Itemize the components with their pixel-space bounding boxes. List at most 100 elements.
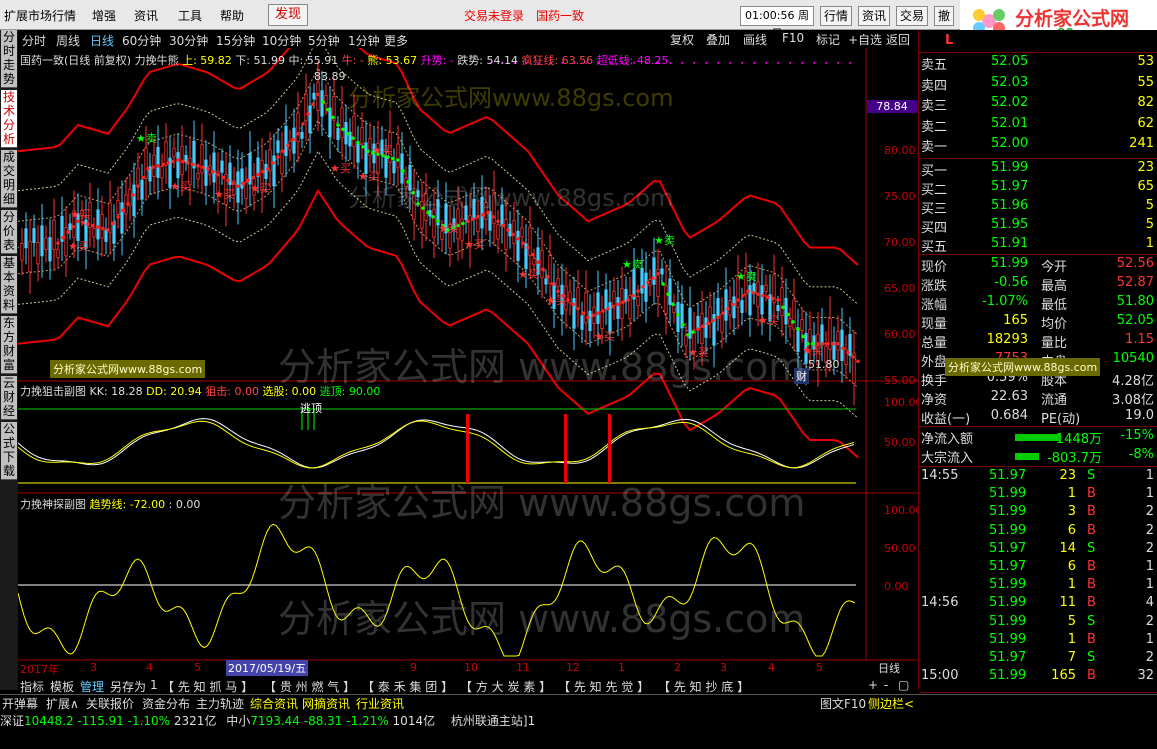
bid-row: 买四 51.95 5 (919, 217, 1157, 236)
candle-body (660, 268, 664, 275)
candle-body (244, 181, 248, 200)
trend-dot (111, 221, 115, 226)
trend-dot (126, 201, 130, 206)
period-15m[interactable]: 15分钟 (216, 32, 255, 49)
tab-save-as[interactable]: 另存为 (110, 678, 146, 695)
fall-value: 跌势: 54.14 (457, 54, 518, 67)
menu-item-market[interactable]: 扩展市场行情 (4, 7, 76, 24)
cancel-button[interactable]: 撤 (934, 6, 955, 26)
mid-value: 中: 55.91 (288, 54, 339, 67)
period-60m[interactable]: 60分钟 (122, 32, 161, 49)
super-low-value: 超低线: 48.25 (596, 54, 669, 67)
tick-time: 14:55 (921, 468, 959, 483)
menu-item-news[interactable]: 资讯 (134, 7, 158, 24)
server-station[interactable]: 杭州联通主站]1 (451, 714, 535, 728)
zoom-plus-icon[interactable]: + (868, 678, 878, 692)
period-10m[interactable]: 10分钟 (262, 32, 301, 49)
date-tick: 3 (90, 661, 97, 674)
trend-dot (766, 295, 770, 299)
sidebar-tab-formula-download[interactable]: 公式下载 (1, 422, 17, 480)
formula-tab-2[interactable]: 【 贵 州 燃 气 】 (264, 678, 355, 695)
formula-tab-4[interactable]: 【 方 大 炭 素 】 (460, 678, 551, 695)
period-more[interactable]: 更多 (384, 32, 408, 49)
f10-button[interactable]: F10 (782, 31, 804, 45)
period-week[interactable]: 周线 (56, 32, 80, 49)
status-bar: 深证10448.2 -115.91 -1.10% 2321亿 中小7193.44… (0, 710, 1157, 749)
signal-marker: ★买 (518, 266, 539, 282)
ask-label: 卖二 (921, 119, 948, 135)
candle-body (340, 107, 344, 139)
trend-dot (696, 327, 700, 331)
tab-manage[interactable]: 管理 (80, 678, 104, 695)
overlay-button[interactable]: 叠加 (706, 31, 730, 48)
trend-dot (776, 298, 780, 302)
ask-volume: 82 (1137, 95, 1154, 110)
draw-button[interactable]: 画线 (743, 31, 767, 48)
period-day[interactable]: 日线 (90, 32, 114, 49)
tab-indicator[interactable]: 指标 (20, 678, 44, 695)
tick-row: 51.99 6 B 2 (919, 523, 1157, 541)
find-button[interactable]: 发现 (268, 4, 308, 26)
signal-marker: ★卖 (736, 268, 757, 284)
period-timeshare[interactable]: 分时 (22, 32, 46, 49)
sub1-axis-100: 100.00 (884, 396, 923, 409)
period-5m[interactable]: 5分钟 (308, 32, 340, 49)
trade-button[interactable]: 交易 (896, 6, 929, 26)
zoom-minus-icon[interactable]: - (884, 678, 888, 692)
signal-marker: ★买 (70, 206, 91, 222)
quote-label: 总量 (921, 336, 948, 351)
adjust-button[interactable]: 复权 (670, 31, 694, 48)
sidebar-tab-trades[interactable]: 成交明细 (1, 150, 17, 208)
bid-label: 买二 (921, 183, 948, 198)
buy-signal-label: 买 (381, 144, 393, 157)
bid-volume: 23 (1137, 160, 1154, 175)
signal-marker: ★买 (546, 292, 567, 308)
menu-item-help[interactable]: 帮助 (220, 7, 244, 24)
buy-signal-label: 买 (339, 162, 351, 175)
tab-one[interactable]: 1 (150, 678, 158, 692)
formula-tab-3[interactable]: 【 泰 禾 集 团 】 (362, 678, 453, 695)
formula-tab-1[interactable]: 【 先 知 抓 马 】 (162, 678, 253, 695)
chart-area[interactable]: • • • • • • • • • • • • • • • • • • • • • • • • • • • • • • • 国药一致(日线 … (18, 48, 923, 688)
trend-dot (186, 161, 190, 165)
scroll-arrow-icon[interactable]: ▢ (898, 678, 909, 692)
add-watchlist-button[interactable]: +自选 (848, 31, 882, 48)
signal-marker: ★买 (170, 178, 191, 194)
menu-item-enhance[interactable]: 增强 (92, 7, 116, 24)
quote-button[interactable]: 行情 (820, 6, 853, 26)
formula-tab-6[interactable]: 【 先 知 抄 底 】 (658, 678, 749, 695)
sidebar-tab-fundamentals[interactable]: 基本资料 (1, 256, 17, 314)
ask-label: 卖四 (921, 78, 948, 94)
tab-template[interactable]: 模板 (50, 678, 74, 695)
info-button[interactable]: 资讯 (858, 6, 891, 26)
tick-volume: 3 (1067, 504, 1076, 520)
trend-dot (751, 290, 755, 295)
trend-dot (71, 224, 75, 229)
back-button[interactable]: 返回 (886, 31, 910, 48)
trend-dot (591, 313, 595, 318)
trend-dot (506, 228, 510, 232)
period-1m[interactable]: 1分钟 (348, 32, 380, 49)
mark-button[interactable]: 标记 (816, 31, 840, 48)
sidebar-tab-cloud[interactable]: 云财经 (1, 376, 17, 420)
sidebar-tab-technical[interactable]: 技术分析 (1, 90, 17, 148)
sidebar-tab-eastmoney[interactable]: 东方财富 (1, 316, 17, 374)
sidebar-tab-timeshare[interactable]: 分时走势 (1, 30, 17, 88)
trend-dot (721, 311, 725, 315)
tick-count: 2 (1145, 650, 1154, 665)
menu-item-tools[interactable]: 工具 (178, 7, 202, 24)
quote-label: 最低 (1041, 298, 1068, 313)
candle-body (576, 287, 580, 310)
formula-tab-5[interactable]: 【 先 知 先 觉 】 (558, 678, 649, 695)
tick-row: 14:55 51.97 23 S 1 (919, 468, 1157, 486)
quote-label: 涨幅 (921, 298, 948, 313)
tick-side: S (1087, 650, 1096, 665)
trend-dot (536, 260, 540, 264)
sidebar-tab-price-table[interactable]: 分价表 (1, 210, 17, 254)
trade-login-notice[interactable]: 交易未登录 (464, 7, 524, 24)
trend-dot (496, 219, 500, 224)
index1-amount: 2321亿 (173, 714, 217, 728)
period-30m[interactable]: 30分钟 (169, 32, 208, 49)
candle-body (276, 140, 280, 153)
quote-value: 4.28亿 (1112, 374, 1154, 389)
